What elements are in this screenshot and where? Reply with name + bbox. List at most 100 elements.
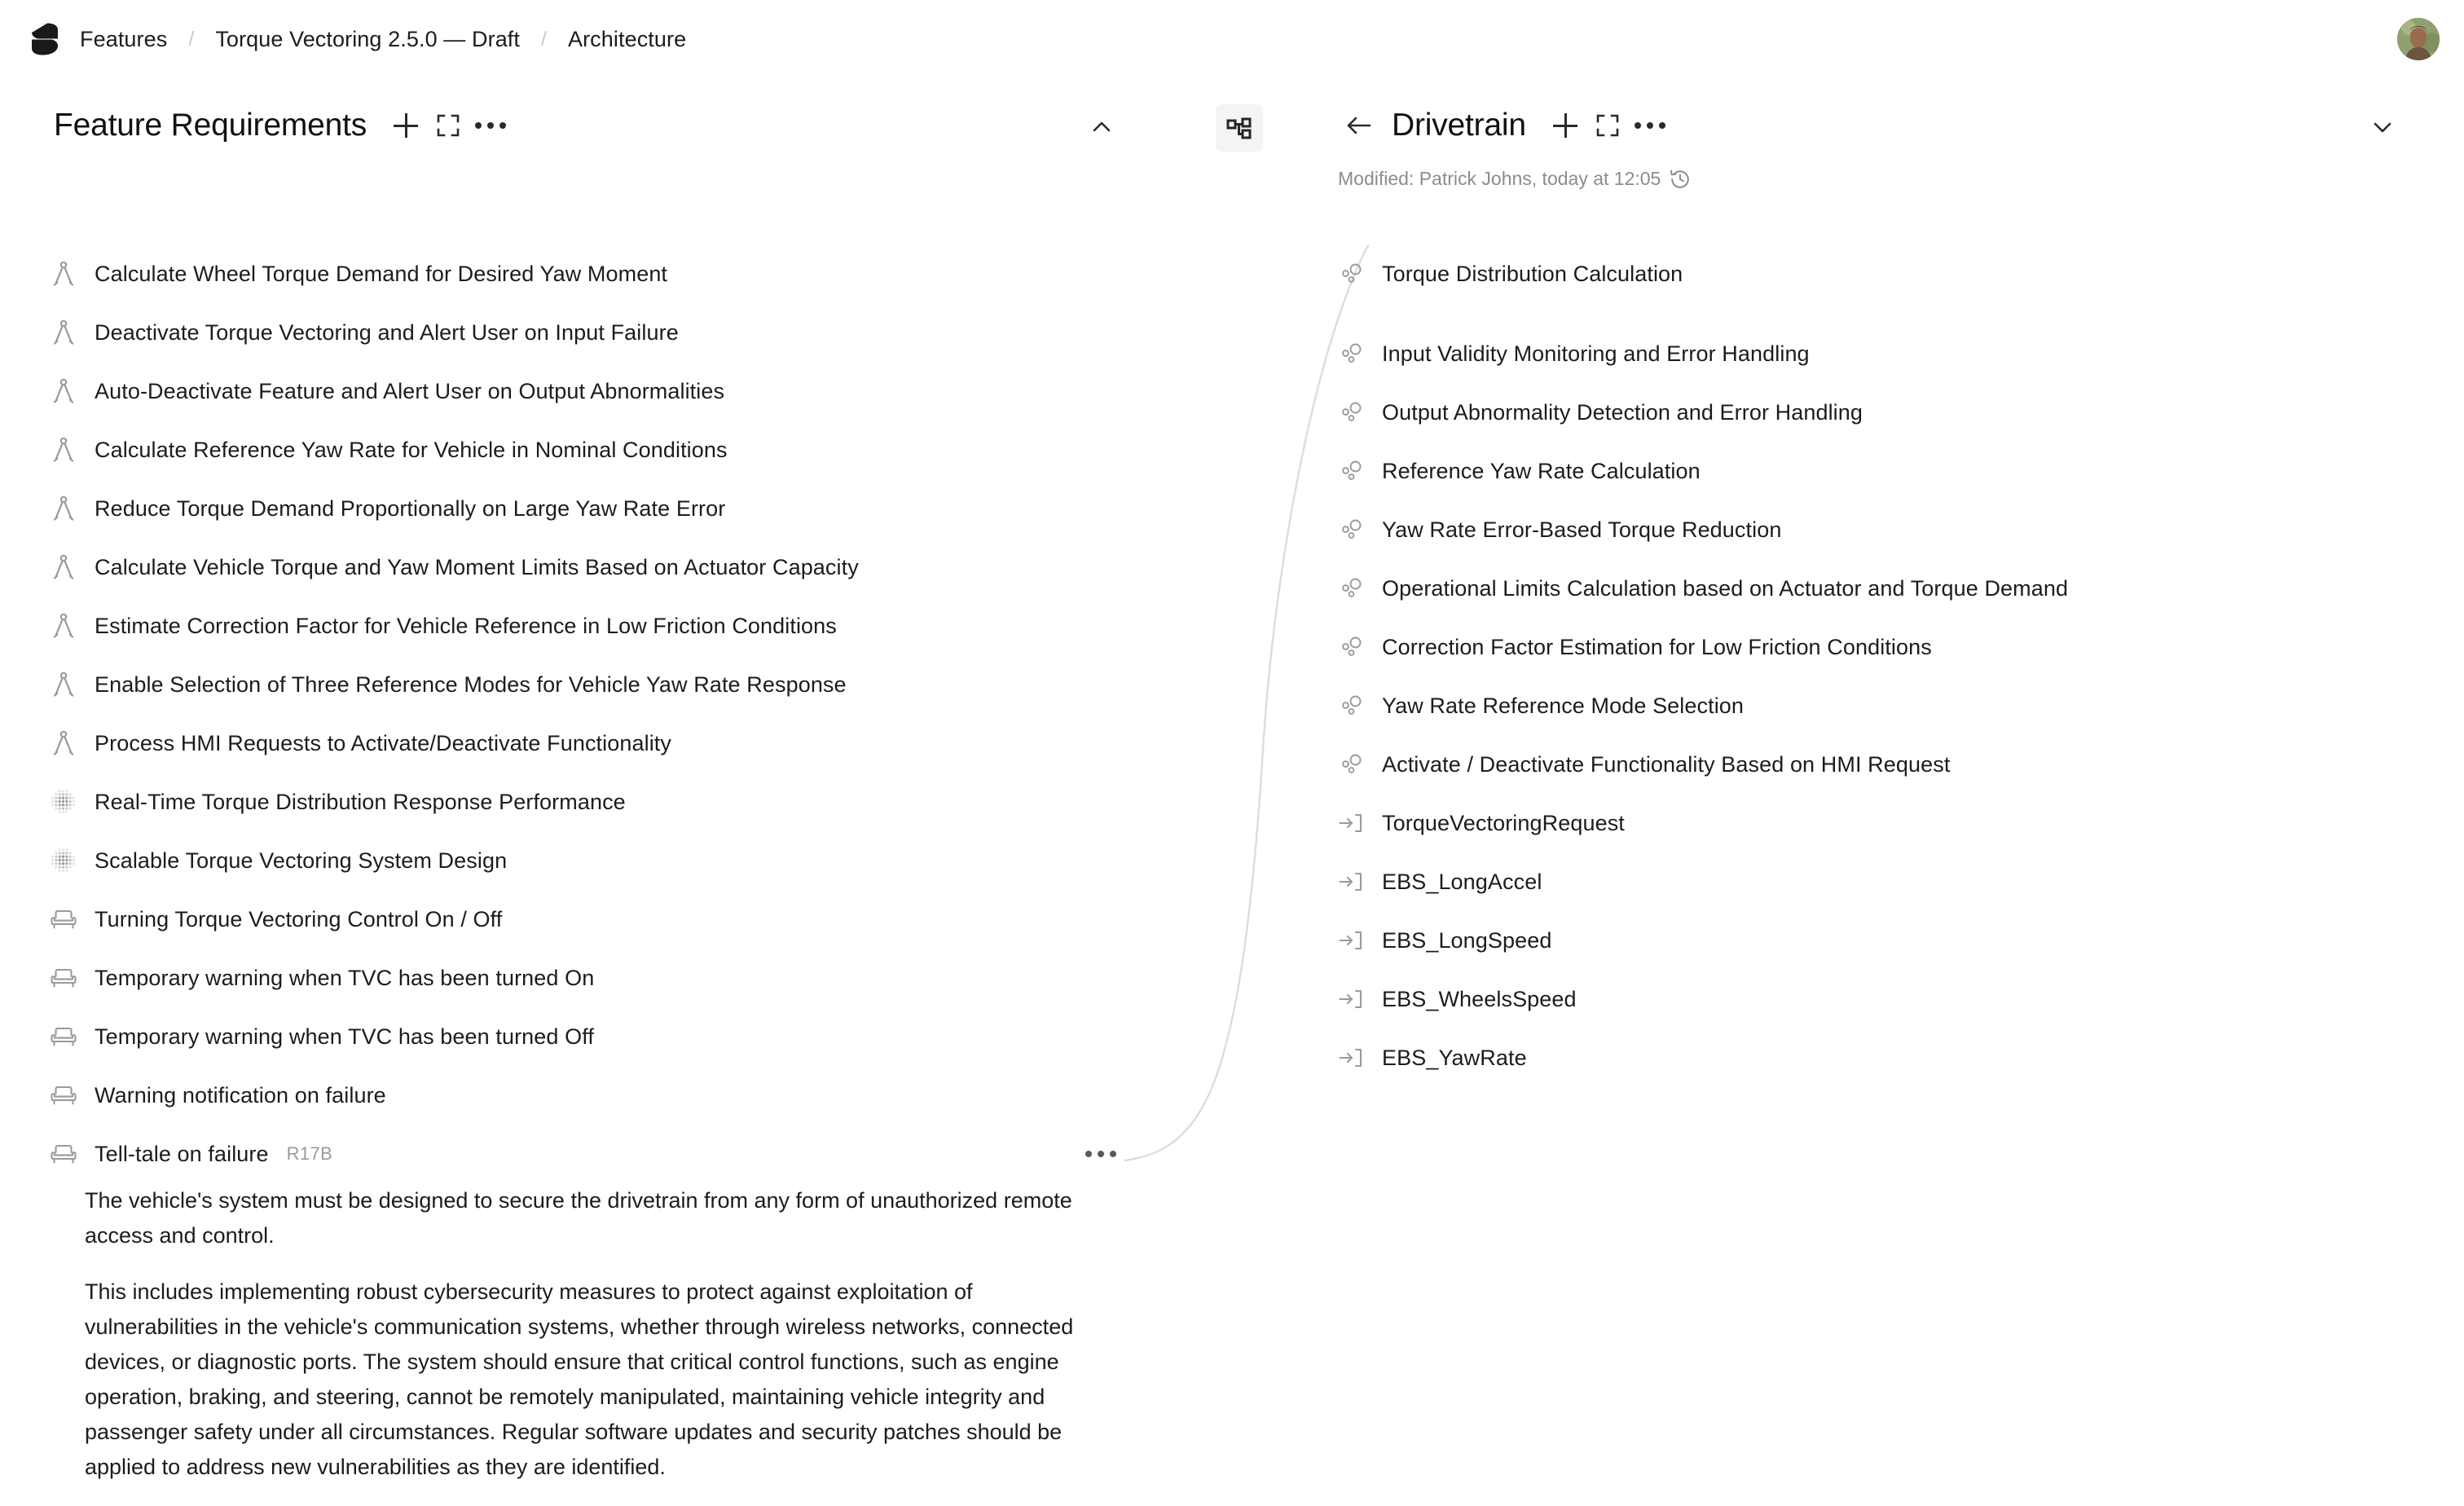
- molecule-icon: [1342, 578, 1362, 597]
- molecule-icon: [1342, 754, 1362, 773]
- list-item[interactable]: Process HMI Requests to Activate/Deactiv…: [49, 714, 1108, 773]
- armchair-icon: [49, 1022, 78, 1051]
- history-clock-icon[interactable]: [1670, 169, 1691, 190]
- dot-grid-icon: [51, 789, 76, 814]
- list-item[interactable]: Scalable Torque Vectoring System Design: [49, 831, 1108, 890]
- list-item[interactable]: Temporary warning when TVC has been turn…: [49, 949, 1108, 1007]
- input-arrow-icon: [1339, 1048, 1362, 1068]
- armchair-icon: [51, 968, 77, 988]
- armchair-icon: [51, 1027, 77, 1046]
- list-item[interactable]: Deactivate Torque Vectoring and Alert Us…: [49, 303, 1108, 362]
- input-arrow-icon: [1336, 867, 1366, 896]
- list-item[interactable]: EBS_LongSpeed: [1336, 911, 2428, 970]
- row-more-options-button[interactable]: [1085, 1151, 1116, 1157]
- relation-connector: [1124, 244, 1369, 1162]
- list-item-label: Scalable Torque Vectoring System Design: [95, 848, 508, 873]
- left-panel-collapse-button[interactable]: [1080, 106, 1123, 148]
- list-item[interactable]: Output Abnormality Detection and Error H…: [1336, 383, 2428, 442]
- right-panel-title: Drivetrain: [1392, 108, 1526, 143]
- armchair-icon: [51, 909, 77, 929]
- ellipsis-icon: [1634, 122, 1665, 129]
- list-item[interactable]: Calculate Reference Yaw Rate for Vehicle…: [49, 421, 1108, 479]
- breadcrumb-separator: /: [188, 27, 195, 51]
- list-item-label: Temporary warning when TVC has been turn…: [95, 1024, 594, 1049]
- molecule-icon: [1342, 636, 1362, 656]
- right-panel-collapse-button[interactable]: [2361, 106, 2404, 148]
- molecule-icon: [1336, 574, 1366, 603]
- compass-icon: [49, 553, 78, 582]
- list-item-label: EBS_YawRate: [1382, 1045, 1527, 1070]
- list-item[interactable]: EBS_WheelsSpeed: [1336, 970, 2428, 1028]
- list-item-label: Estimate Correction Factor for Vehicle R…: [95, 613, 837, 638]
- list-item[interactable]: Enable Selection of Three Reference Mode…: [49, 655, 1108, 714]
- list-item[interactable]: Input Validity Monitoring and Error Hand…: [1336, 324, 2428, 383]
- description-paragraph: This includes implementing robust cybers…: [85, 1279, 1074, 1479]
- list-item[interactable]: Torque Distribution Calculation: [1336, 244, 2428, 303]
- compass-icon: [53, 613, 74, 638]
- list-item-label: Correction Factor Estimation for Low Fri…: [1382, 634, 1932, 659]
- list-item[interactable]: Calculate Wheel Torque Demand for Desire…: [49, 244, 1108, 303]
- left-panel-header: Feature Requirements: [54, 104, 512, 147]
- list-item-label: Calculate Wheel Torque Demand for Desire…: [95, 261, 668, 286]
- list-item[interactable]: Calculate Vehicle Torque and Yaw Moment …: [49, 538, 1108, 597]
- list-item[interactable]: Activate / Deactivate Functionality Base…: [1336, 735, 2428, 794]
- list-item[interactable]: Yaw Rate Reference Mode Selection: [1336, 676, 2428, 735]
- more-options-button[interactable]: [1629, 104, 1671, 147]
- molecule-icon: [1336, 632, 1366, 662]
- dot-grid-icon: [49, 787, 78, 817]
- list-item[interactable]: Auto-Deactivate Feature and Alert User o…: [49, 362, 1108, 421]
- list-item-label: EBS_LongSpeed: [1382, 927, 1552, 953]
- list-item[interactable]: Warning notification on failure: [49, 1066, 1108, 1125]
- armchair-icon: [51, 1144, 77, 1164]
- list-item-label: Deactivate Torque Vectoring and Alert Us…: [95, 319, 679, 345]
- list-item-label: Tell-tale on failure: [95, 1141, 269, 1166]
- expand-panel-button[interactable]: [427, 104, 469, 147]
- list-item[interactable]: Tell-tale on failure R17B: [49, 1125, 1116, 1183]
- compass-icon: [53, 554, 74, 579]
- compass-icon: [53, 672, 74, 697]
- add-item-button[interactable]: [385, 104, 427, 147]
- compass-icon: [49, 611, 78, 641]
- codebeamer-logo[interactable]: [31, 23, 59, 55]
- back-button[interactable]: [1338, 104, 1380, 147]
- breadcrumb-item-torque-vectoring[interactable]: Torque Vectoring 2.5.0 — Draft: [215, 27, 520, 52]
- molecule-icon: [1336, 515, 1366, 544]
- breadcrumb-item-features[interactable]: Features: [80, 27, 167, 52]
- list-item[interactable]: Operational Limits Calculation based on …: [1336, 559, 2428, 618]
- breadcrumb-item-architecture[interactable]: Architecture: [568, 27, 686, 52]
- hierarchy-icon: [1226, 117, 1252, 139]
- list-item[interactable]: Turning Torque Vectoring Control On / Of…: [49, 890, 1108, 949]
- hierarchy-view-toggle[interactable]: [1216, 104, 1263, 152]
- list-item[interactable]: Reference Yaw Rate Calculation: [1336, 442, 2428, 500]
- expand-panel-button[interactable]: [1586, 104, 1629, 147]
- list-item[interactable]: Yaw Rate Error-Based Torque Reduction: [1336, 500, 2428, 559]
- compass-icon: [49, 670, 78, 699]
- input-arrow-icon: [1339, 989, 1362, 1009]
- right-panel-header: Drivetrain: [1338, 104, 1671, 147]
- user-avatar[interactable]: [2397, 18, 2440, 60]
- molecule-icon: [1342, 343, 1362, 363]
- more-options-button[interactable]: [469, 104, 512, 147]
- compass-icon: [49, 494, 78, 523]
- compass-icon: [49, 435, 78, 465]
- list-item[interactable]: Correction Factor Estimation for Low Fri…: [1336, 618, 2428, 676]
- list-item[interactable]: Reduce Torque Demand Proportionally on L…: [49, 479, 1108, 538]
- list-item-label: Calculate Vehicle Torque and Yaw Moment …: [95, 554, 859, 579]
- list-item-label: Output Abnormality Detection and Error H…: [1382, 399, 1863, 425]
- list-item[interactable]: Temporary warning when TVC has been turn…: [49, 1007, 1108, 1066]
- compass-icon: [49, 729, 78, 758]
- fullscreen-icon: [1596, 114, 1619, 137]
- list-item[interactable]: EBS_LongAccel: [1336, 852, 2428, 911]
- arrow-left-icon: [1347, 117, 1371, 134]
- input-arrow-icon: [1339, 931, 1362, 950]
- list-item[interactable]: Estimate Correction Factor for Vehicle R…: [49, 597, 1108, 655]
- list-item[interactable]: Real-Time Torque Distribution Response P…: [49, 773, 1108, 831]
- list-item[interactable]: TorqueVectoringRequest: [1336, 794, 2428, 852]
- add-item-button[interactable]: [1544, 104, 1586, 147]
- list-item-label: Input Validity Monitoring and Error Hand…: [1382, 341, 1810, 366]
- list-item[interactable]: EBS_YawRate: [1336, 1028, 2428, 1087]
- list-item-label: Reference Yaw Rate Calculation: [1382, 458, 1701, 483]
- list-item-label: Warning notification on failure: [95, 1082, 386, 1107]
- molecule-icon: [1336, 691, 1366, 720]
- input-arrow-icon: [1339, 813, 1362, 833]
